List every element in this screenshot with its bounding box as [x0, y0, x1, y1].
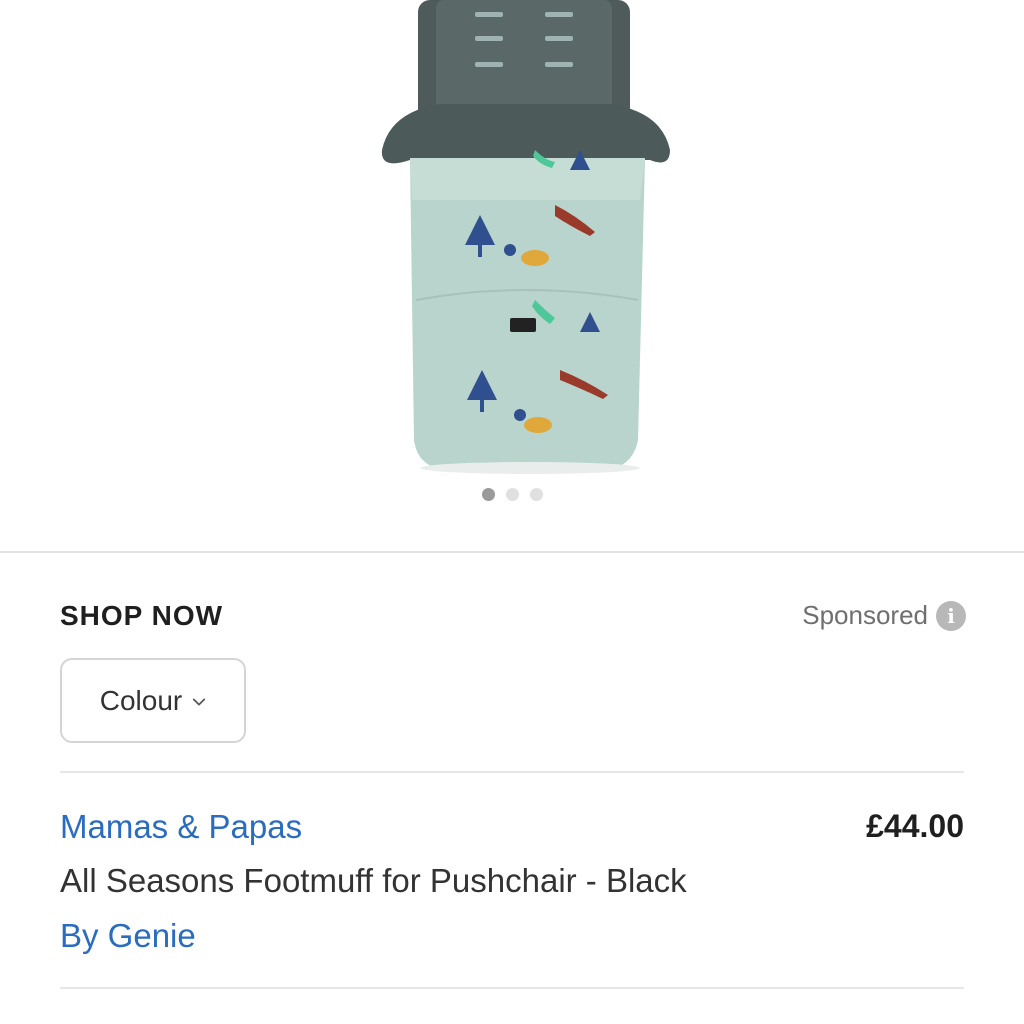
info-icon[interactable]: i: [936, 600, 966, 631]
carousel-dot-3[interactable]: [529, 488, 543, 501]
divider: [60, 771, 964, 773]
colour-select-button[interactable]: Colour: [60, 658, 246, 743]
chevron-down-icon: [192, 694, 206, 708]
product-image-carousel[interactable]: [0, 0, 1024, 552]
product-image[interactable]: [370, 0, 680, 475]
divider: [60, 987, 964, 989]
colour-button-label: Colour: [99, 684, 183, 716]
shop-now-heading: SHOP NOW: [60, 600, 224, 631]
sponsored-label[interactable]: Sponsored i: [802, 600, 966, 631]
carousel-dot-2[interactable]: [505, 488, 519, 501]
product-price: £44.00: [866, 808, 964, 844]
sponsored-text: Sponsored: [802, 600, 928, 630]
carousel-dot-1[interactable]: [481, 488, 495, 501]
section-divider: [0, 551, 1024, 553]
product-title[interactable]: All Seasons Footmuff for Pushchair - Bla…: [60, 862, 687, 900]
seller-link[interactable]: By Genie: [60, 917, 196, 955]
brand-link[interactable]: Mamas & Papas: [60, 808, 302, 846]
carousel-pagination: [0, 488, 1024, 501]
